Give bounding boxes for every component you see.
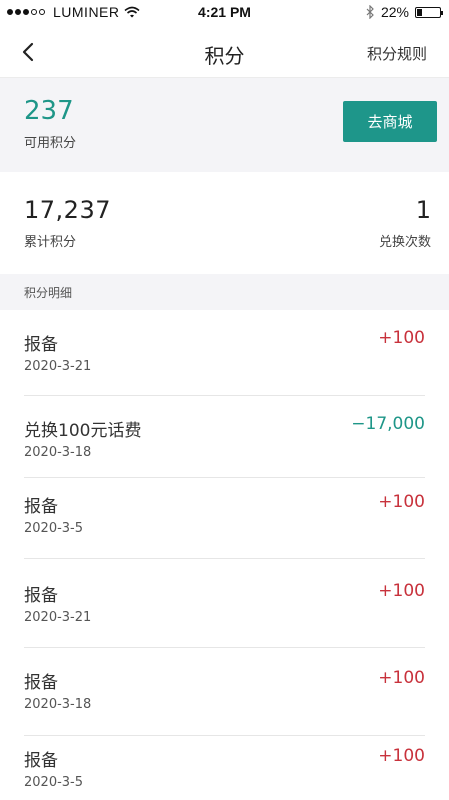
record-name: 报备 [24,497,58,517]
accumulated-points-label: 累计积分 [24,235,77,250]
record-item[interactable]: 报备 2020-3-21 +100 [0,310,449,396]
record-amount: +100 [378,492,425,512]
record-date: 2020-3-21 [24,610,92,625]
record-date: 2020-3-18 [24,697,92,712]
record-name: 报备 [24,586,58,606]
points-rules-link[interactable]: 积分规则 [367,43,427,64]
record-name: 报备 [24,335,58,355]
record-name: 报备 [24,673,58,693]
record-date: 2020-3-5 [24,521,84,536]
status-bar: LUMINER 4:21 PM 22% [0,0,449,26]
points-detail-header: 积分明细 [0,274,449,310]
bluetooth-icon [366,5,374,19]
record-amount: +100 [378,668,425,688]
record-name: 报备 [24,751,58,771]
record-amount: +100 [378,328,425,348]
record-item[interactable]: 报备 2020-3-21 +100 [0,559,449,648]
accumulated-points-value: 17,237 [24,196,111,224]
record-amount: −17,000 [351,414,425,434]
record-amount: +100 [378,746,425,766]
status-right: 22% [366,4,443,20]
exchange-count-label: 兑换次数 [378,235,431,250]
record-date: 2020-3-18 [24,445,92,460]
exchange-count-value: 1 [415,196,431,224]
available-points-value: 237 [24,96,74,126]
record-name: 兑换100元话费 [24,421,142,441]
battery-icon [415,6,443,18]
nav-bar: 积分 积分规则 [0,26,449,78]
record-date: 2020-3-5 [24,775,84,790]
record-item[interactable]: 报备 2020-3-5 +100 [0,478,449,559]
record-item[interactable]: 兑换100元话费 2020-3-18 −17,000 [0,396,449,478]
record-item[interactable]: 报备 2020-3-5 +100 [0,736,449,800]
record-amount: +100 [378,581,425,601]
go-to-mall-button[interactable]: 去商城 [343,101,437,142]
battery-percent: 22% [380,4,409,20]
totals-panel: 17,237 累计积分 1 兑换次数 [0,172,449,274]
available-points-label: 可用积分 [24,136,77,151]
points-detail-title: 积分明细 [24,286,73,300]
record-item[interactable]: 报备 2020-3-18 +100 [0,648,449,736]
available-points-panel: 237 可用积分 去商城 [0,78,449,172]
battery-fill [417,8,422,16]
record-date: 2020-3-21 [24,359,92,374]
